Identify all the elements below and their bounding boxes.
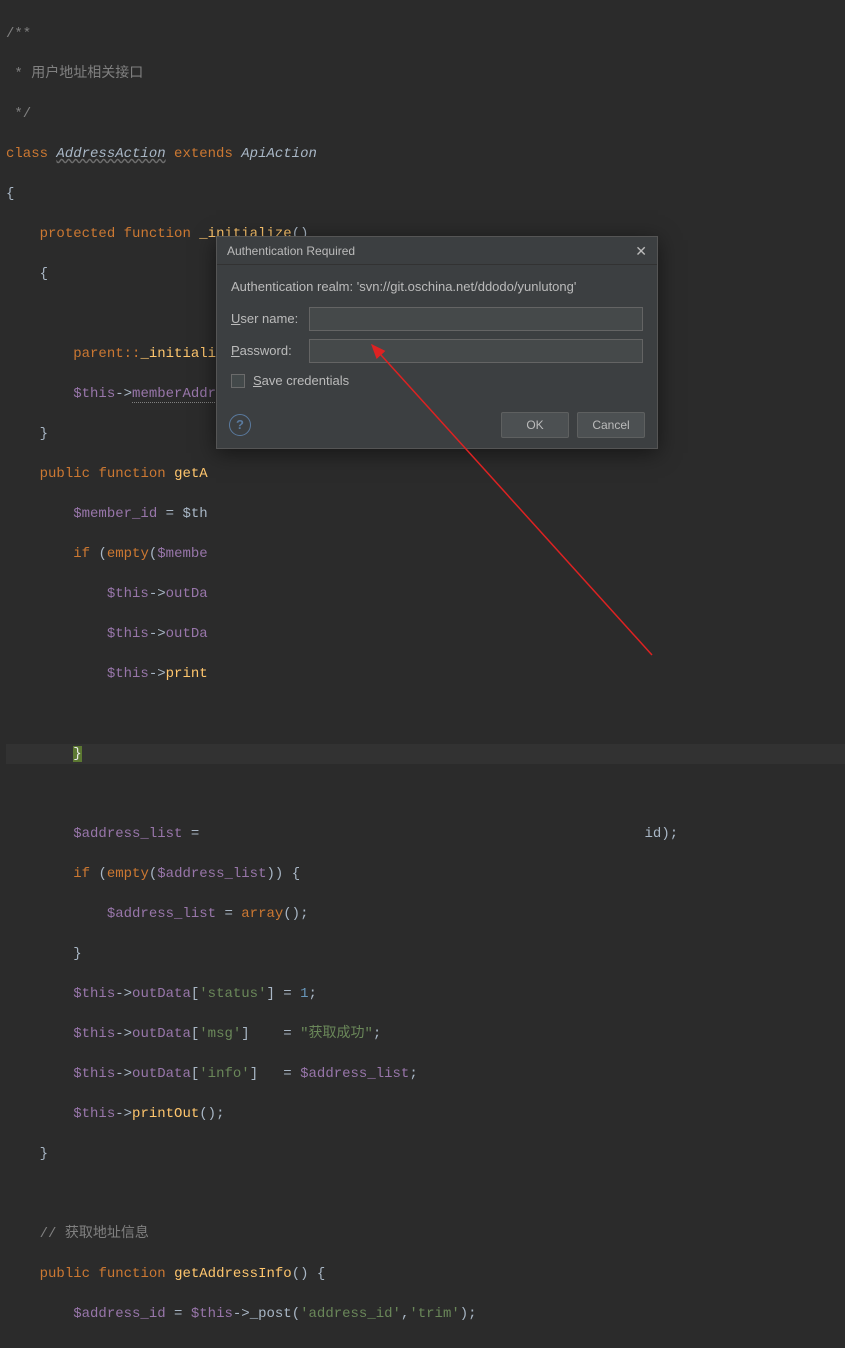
keyword-public: public: [40, 466, 90, 482]
save-credentials-checkbox[interactable]: [231, 374, 245, 388]
string-literal: "获取成功": [300, 1026, 373, 1042]
property: outData: [132, 1026, 191, 1042]
this-var: $this: [107, 666, 149, 682]
dialog-title-bar[interactable]: Authentication Required ✕: [217, 237, 657, 265]
authentication-dialog: Authentication Required ✕ Authentication…: [216, 236, 658, 449]
number: 1: [300, 986, 308, 1002]
code-editor[interactable]: /** * 用户地址相关接口 */ class AddressAction ex…: [0, 0, 845, 1348]
keyword-extends: extends: [174, 146, 233, 162]
username-input[interactable]: [309, 307, 643, 331]
dialog-title: Authentication Required: [227, 241, 355, 261]
property-partial: outDa: [166, 626, 208, 642]
function-name-partial: getA: [174, 466, 208, 482]
empty-fn: empty: [107, 546, 149, 562]
password-label: Password:: [231, 341, 309, 361]
keyword-class: class: [6, 146, 48, 162]
class-name: AddressAction: [56, 146, 165, 162]
this-var: $this: [107, 586, 149, 602]
comment: * 用户地址相关接口: [6, 66, 143, 82]
brace-highlight: }: [73, 746, 81, 762]
help-icon[interactable]: ?: [229, 414, 251, 436]
this-var: $this: [107, 626, 149, 642]
parent-call: parent::: [73, 346, 140, 362]
this-var: $this: [73, 1106, 115, 1122]
string-key: 'info': [199, 1066, 249, 1082]
keyword-function: function: [98, 1266, 165, 1282]
this-var: $this: [73, 1026, 115, 1042]
password-input[interactable]: [309, 339, 643, 363]
comment: */: [6, 106, 31, 122]
assignment-partial: = $th: [166, 506, 208, 522]
property: outData: [132, 986, 191, 1002]
this-var: $this: [73, 386, 115, 402]
keyword-if: if: [73, 866, 90, 882]
this-var: $this: [191, 1306, 233, 1322]
variable-partial: $membe: [157, 546, 207, 562]
id-fragment: id);: [645, 826, 679, 842]
this-var: $this: [73, 986, 115, 1002]
string-key: 'msg': [199, 1026, 241, 1042]
realm-text: Authentication realm: 'svn://git.oschina…: [231, 277, 643, 297]
keyword-protected: protected: [40, 226, 116, 242]
keyword-function: function: [124, 226, 191, 242]
string-literal: 'trim': [409, 1306, 459, 1322]
property-partial: outDa: [166, 586, 208, 602]
keyword-public: public: [40, 1266, 90, 1282]
parent-class: ApiAction: [241, 146, 317, 162]
method-call: _post: [250, 1306, 292, 1322]
username-label: User name:: [231, 309, 309, 329]
array-kw: array: [241, 906, 283, 922]
variable: $address_list: [300, 1066, 409, 1082]
variable: $address_id: [73, 1306, 165, 1322]
save-credentials-label: Save credentials: [253, 371, 349, 391]
keyword-function: function: [98, 466, 165, 482]
empty-fn: empty: [107, 866, 149, 882]
method-call: printOut: [132, 1106, 199, 1122]
property: outData: [132, 1066, 191, 1082]
comment: /**: [6, 26, 31, 42]
string-key: 'status': [199, 986, 266, 1002]
method-partial: print: [166, 666, 208, 682]
function-name: getAddressInfo: [174, 1266, 292, 1282]
keyword-if: if: [73, 546, 90, 562]
ok-button[interactable]: OK: [501, 412, 569, 438]
variable: $member_id: [73, 506, 157, 522]
variable: $address_list: [157, 866, 266, 882]
comment: // 获取地址信息: [40, 1226, 149, 1242]
string-literal: 'address_id': [300, 1306, 401, 1322]
close-icon[interactable]: ✕: [635, 241, 647, 261]
cancel-button[interactable]: Cancel: [577, 412, 645, 438]
this-var: $this: [73, 1066, 115, 1082]
variable: $address_list: [73, 826, 182, 842]
variable: $address_list: [107, 906, 216, 922]
